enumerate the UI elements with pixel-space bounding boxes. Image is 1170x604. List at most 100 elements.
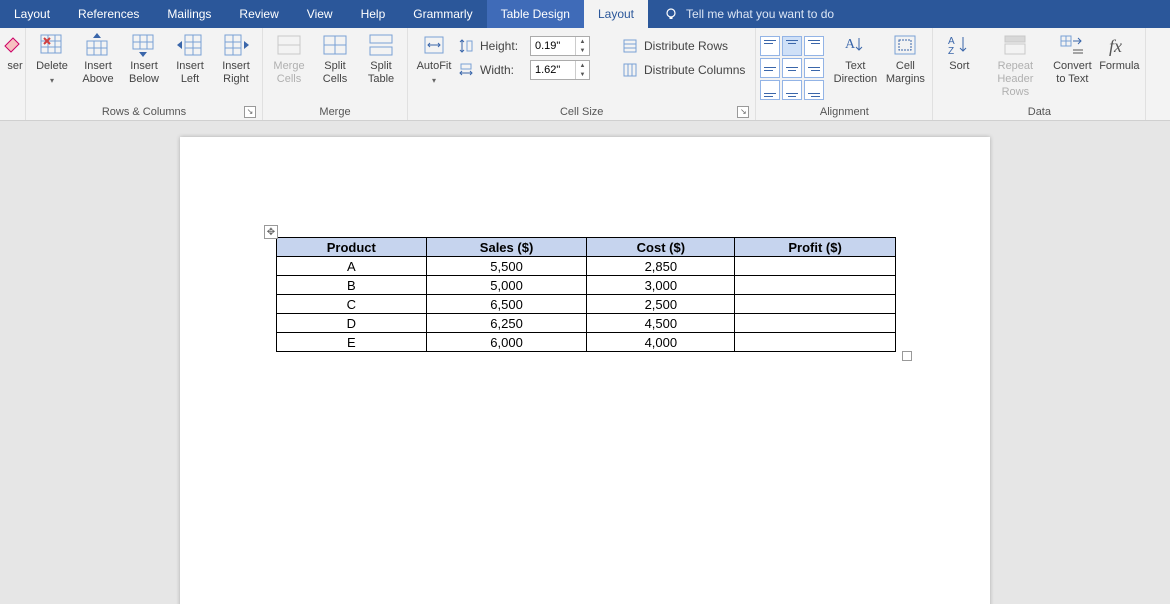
tab-grammarly[interactable]: Grammarly [399,0,486,28]
document-table[interactable]: Product Sales ($) Cost ($) Profit ($) A5… [276,237,896,352]
lightbulb-icon [664,7,678,21]
insert-below-button[interactable]: Insert Below [122,30,166,88]
table-header-cell[interactable]: Profit ($) [735,238,896,257]
align-mid-right[interactable] [804,58,824,78]
table-cell[interactable]: E [277,333,427,352]
tab-table-design[interactable]: Table Design [487,0,584,28]
repeat-header-icon [1001,32,1029,58]
align-top-right[interactable] [804,36,824,56]
tab-layout[interactable]: Layout [0,0,64,28]
table-row[interactable]: B5,0003,000 [277,276,896,295]
table-cell[interactable]: 4,500 [587,314,735,333]
convert-to-text-button[interactable]: Convert to Text [1049,30,1095,88]
table-header-cell[interactable]: Sales ($) [426,238,587,257]
group-label-merge: Merge [267,104,403,120]
width-label: Width: [480,63,524,77]
cell-margins-button[interactable]: Cell Margins [882,30,928,88]
table-resize-handle[interactable] [902,351,912,361]
eraser-button[interactable]: ser [4,30,26,75]
insert-above-icon [84,32,112,58]
insert-left-icon [176,32,204,58]
distribute-rows-icon [622,38,638,54]
table-cell[interactable]: 3,000 [587,276,735,295]
tab-view[interactable]: View [293,0,347,28]
table-row[interactable]: E6,0004,000 [277,333,896,352]
tell-me-search[interactable]: Tell me what you want to do [648,0,850,28]
table-cell[interactable] [735,295,896,314]
table-cell[interactable] [735,314,896,333]
sort-icon: AZ [945,32,973,58]
table-cell[interactable]: 6,250 [426,314,587,333]
spin-down-icon[interactable]: ▼ [576,70,589,79]
chevron-down-icon: ▾ [50,74,54,87]
split-table-button[interactable]: Split Table [359,30,403,88]
cell-margins-icon [891,32,919,58]
tab-review[interactable]: Review [225,0,292,28]
table-cell[interactable]: 4,000 [587,333,735,352]
dialog-launcher[interactable]: ↘ [244,106,256,118]
distribute-columns-button[interactable]: Distribute Columns [616,60,751,80]
table-cell[interactable]: B [277,276,427,295]
tab-table-layout[interactable]: Layout [584,0,648,28]
repeat-header-rows-button: Repeat Header Rows [983,30,1047,101]
autofit-icon [420,32,448,58]
table-cell[interactable]: 5,000 [426,276,587,295]
table-cell[interactable] [735,333,896,352]
svg-text:Z: Z [948,46,954,57]
text-direction-button[interactable]: A Text Direction [830,30,880,88]
align-bot-right[interactable] [804,80,824,100]
table-cell[interactable] [735,257,896,276]
align-mid-left[interactable] [760,58,780,78]
table-cell[interactable]: 5,500 [426,257,587,276]
tab-help[interactable]: Help [347,0,400,28]
align-bot-left[interactable] [760,80,780,100]
align-top-center[interactable] [782,36,802,56]
sort-button[interactable]: AZ Sort [937,30,981,75]
table-cell[interactable]: 2,850 [587,257,735,276]
table-cell[interactable]: D [277,314,427,333]
split-cells-button[interactable]: Split Cells [313,30,357,88]
spin-up-icon[interactable]: ▲ [576,37,589,46]
table-cell[interactable]: 6,500 [426,295,587,314]
align-top-left[interactable] [760,36,780,56]
table-move-handle[interactable]: ✥ [264,225,278,239]
table-header-row[interactable]: Product Sales ($) Cost ($) Profit ($) [277,238,896,257]
tell-me-label: Tell me what you want to do [686,7,834,21]
chevron-down-icon: ▾ [432,74,436,87]
dialog-launcher[interactable]: ↘ [737,106,749,118]
formula-button[interactable]: fx Formula [1097,30,1141,75]
insert-right-button[interactable]: Insert Right [214,30,258,88]
tab-references[interactable]: References [64,0,153,28]
convert-to-text-icon [1058,32,1086,58]
alignment-grid [760,30,824,100]
spin-down-icon[interactable]: ▼ [576,46,589,55]
spin-up-icon[interactable]: ▲ [576,61,589,70]
text-direction-icon: A [841,32,869,58]
table-cell[interactable]: C [277,295,427,314]
insert-above-button[interactable]: Insert Above [76,30,120,88]
table-row[interactable]: D6,2504,500 [277,314,896,333]
table-cell[interactable]: A [277,257,427,276]
page[interactable]: ✥ Product Sales ($) Cost ($) Profit ($) … [180,137,990,604]
table-row[interactable]: C6,5002,500 [277,295,896,314]
group-label-alignment: Alignment [760,104,928,120]
height-icon [458,38,474,54]
table-header-cell[interactable]: Product [277,238,427,257]
group-label-rows-columns: Rows & Columns [102,106,186,118]
height-input[interactable]: 0.19" ▲▼ [530,36,590,56]
table-header-cell[interactable]: Cost ($) [587,238,735,257]
align-bot-center[interactable] [782,80,802,100]
table-cell[interactable]: 2,500 [587,295,735,314]
tab-mailings[interactable]: Mailings [153,0,225,28]
table-cell[interactable] [735,276,896,295]
table-row[interactable]: A5,5002,850 [277,257,896,276]
delete-button[interactable]: Delete ▾ [30,30,74,89]
autofit-button[interactable]: AutoFit ▾ [412,30,456,89]
width-input[interactable]: 1.62" ▲▼ [530,60,590,80]
document-area[interactable]: ✥ Product Sales ($) Cost ($) Profit ($) … [0,121,1170,604]
insert-left-button[interactable]: Insert Left [168,30,212,88]
table-cell[interactable]: 6,000 [426,333,587,352]
eraser-icon [1,32,29,58]
align-mid-center[interactable] [782,58,802,78]
distribute-rows-button[interactable]: Distribute Rows [616,36,734,56]
